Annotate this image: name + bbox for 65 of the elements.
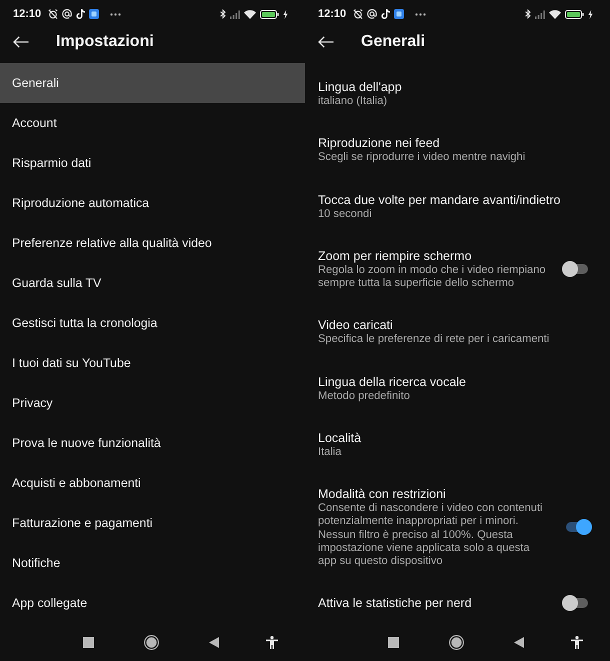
menu-item[interactable]: Prova le nuove funzionalità [0, 423, 305, 463]
setting-description: Metodo predefinito [318, 390, 411, 403]
at-sign-icon [62, 9, 72, 19]
setting-description: Italia [318, 446, 342, 459]
back-arrow-icon[interactable] [13, 36, 29, 48]
menu-item[interactable]: Generali [0, 63, 305, 103]
setting-title[interactable]: Lingua dell'app [318, 79, 592, 95]
music-note-icon [381, 9, 390, 19]
setting-description: 10 secondi [318, 208, 373, 221]
setting-title[interactable]: Lingua della ricerca vocale [318, 374, 592, 390]
status-time: 12:10 [318, 8, 346, 20]
menu-item[interactable]: Notifiche [0, 543, 305, 583]
setting-title[interactable]: Zoom per riempire schermo [318, 248, 548, 264]
wifi-icon [244, 10, 256, 18]
back-icon[interactable] [514, 636, 524, 648]
signal-icon [230, 10, 240, 18]
screen-title: Impostazioni [56, 33, 154, 51]
menu-item[interactable]: Gestisci tutta la cronologia [0, 303, 305, 343]
menu-item[interactable]: Fatturazione e pagamenti [0, 503, 305, 543]
more-dots-icon [110, 12, 122, 16]
setting-title[interactable]: Video caricati [318, 317, 592, 334]
more-dots-icon [415, 12, 426, 16]
alarm-off-icon [353, 9, 364, 19]
menu-item[interactable]: Risparmio dati [0, 143, 305, 183]
bluetooth-icon [220, 9, 226, 19]
battery-icon [260, 10, 279, 18]
accessibility-icon[interactable] [571, 636, 583, 648]
home-icon[interactable] [144, 634, 159, 650]
setting-description: italiano (Italia) [318, 95, 388, 108]
menu-item[interactable]: App collegate [0, 583, 305, 623]
setting-title[interactable]: Modalità con restrizioni [318, 486, 548, 502]
menu-item[interactable]: I tuoi dati su YouTube [0, 343, 305, 383]
home-icon[interactable] [449, 634, 464, 650]
menu-item[interactable]: Privacy [0, 383, 305, 423]
setting-title[interactable]: Tocca due volte per mandare avanti/indietro [318, 192, 592, 208]
music-note-icon [76, 9, 86, 19]
app-icon [394, 9, 404, 19]
setting-title[interactable]: Riproduzione nei feed [318, 135, 592, 152]
menu-item[interactable]: Preferenze relative alla qualità video [0, 223, 305, 263]
charging-bolt-icon [283, 10, 288, 18]
setting-title[interactable]: Località [318, 430, 592, 446]
at-sign-icon [367, 9, 378, 19]
alarm-off-icon [48, 9, 58, 19]
setting-title[interactable]: Attiva le statistiche per nerd [318, 595, 548, 612]
setting-description: Consente di nascondere i video con contenuti potenzialmente inappropriati per i minori. Nessun filtro è preciso al 100%. Questa impostazione viene applicata solo a questa app su questo dispositivo [318, 502, 544, 568]
accessibility-icon[interactable] [266, 636, 278, 648]
signal-icon [535, 10, 545, 18]
setting-description: Specifica le preferenze di rete per i caricamenti [318, 333, 550, 346]
wifi-icon [549, 10, 561, 18]
battery-icon [565, 10, 584, 18]
recents-icon[interactable] [83, 636, 94, 648]
bluetooth-icon [525, 9, 531, 19]
menu-item[interactable]: Riproduzione automatica [0, 183, 305, 223]
recents-icon[interactable] [388, 636, 399, 648]
setting-description: Regola lo zoom in modo che i video riempiano sempre tutta la superficie dello schermo [318, 264, 547, 290]
menu-item[interactable]: Account [0, 103, 305, 143]
menu-item[interactable]: Guarda sulla TV [0, 263, 305, 303]
setting-description: Scegli se riprodurre i video mentre navighi [318, 151, 526, 164]
back-arrow-icon[interactable] [318, 36, 334, 48]
app-icon [89, 9, 100, 19]
status-time: 12:10 [13, 8, 42, 20]
back-icon[interactable] [209, 636, 219, 648]
menu-item[interactable]: Acquisti e abbonamenti [0, 463, 305, 503]
screen-title: Generali [361, 33, 426, 51]
charging-bolt-icon [588, 10, 593, 18]
